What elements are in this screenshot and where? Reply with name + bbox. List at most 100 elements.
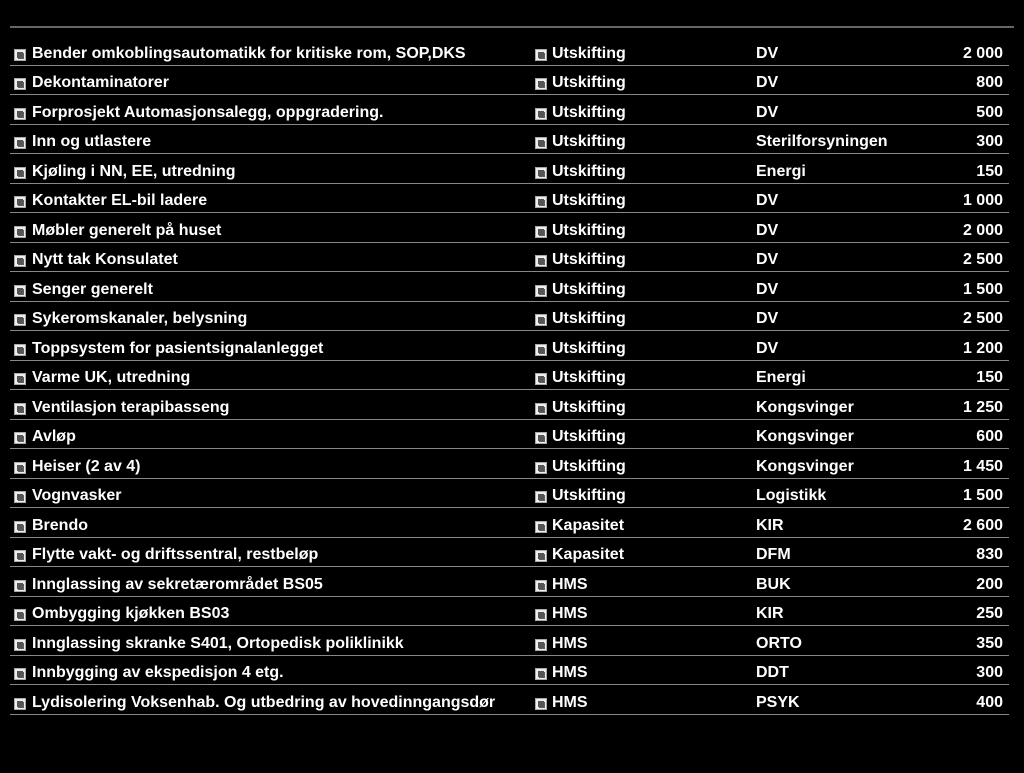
cell-category: Utskifting: [552, 331, 684, 361]
item-bullet-icon: [14, 314, 26, 326]
name-text: Bender omkoblingsautomatikk for kritiske…: [32, 43, 466, 65]
cell-name: Toppsystem for pasientsignalanlegget: [10, 331, 530, 361]
cell-amount: 2 000: [864, 36, 1009, 66]
item-bullet-icon: [535, 108, 547, 120]
amount-text: 1 450: [963, 456, 1003, 478]
cell-name: Kjøling i NN, EE, utredning: [10, 154, 530, 184]
table-row: Brendo Kapasitet KIR 2 600: [10, 508, 1014, 538]
name-text: Lydisolering Voksenhab. Og utbedring av …: [32, 692, 495, 714]
cell-cat-icon: [530, 302, 552, 332]
cell-cat-icon: [530, 449, 552, 479]
cell-dept: ORTO: [684, 626, 864, 656]
item-bullet-icon: [535, 668, 547, 680]
cell-cat-icon: [530, 685, 552, 715]
name-text: Dekontaminatorer: [32, 72, 169, 94]
amount-text: 2 500: [963, 249, 1003, 271]
item-bullet-icon: [535, 137, 547, 149]
cell-amount: 300: [864, 125, 1009, 155]
cell-amount: 200: [864, 567, 1009, 597]
cell-amount: 1 200: [864, 331, 1009, 361]
cell-category: Utskifting: [552, 479, 684, 509]
cell-cat-icon: [530, 538, 552, 568]
item-bullet-icon: [535, 521, 547, 533]
table-header: [10, 18, 1014, 28]
cell-amount: 1 500: [864, 272, 1009, 302]
dept-text: DV: [756, 279, 778, 301]
table-row: DekontaminatorerUtskiftingDV800: [10, 66, 1014, 96]
item-bullet-icon: [14, 462, 26, 474]
item-bullet-icon: [14, 609, 26, 621]
dept-text: Energi: [756, 161, 806, 183]
cell-category: Utskifting: [552, 302, 684, 332]
item-bullet-icon: [14, 550, 26, 562]
cell-category: Kapasitet: [552, 538, 684, 568]
table-row: Nytt tak KonsulatetUtskiftingDV2 500: [10, 243, 1014, 273]
category-text: Utskifting: [552, 338, 626, 360]
amount-text: 1 000: [963, 190, 1003, 212]
item-bullet-icon: [535, 580, 547, 592]
category-text: Kapasitet: [552, 515, 624, 537]
dept-text: DV: [756, 338, 778, 360]
amount-text: 250: [976, 603, 1003, 625]
cell-dept: Sterilforsyningen: [684, 125, 864, 155]
category-text: Utskifting: [552, 220, 626, 242]
category-text: Utskifting: [552, 456, 626, 478]
amount-text: 150: [976, 161, 1003, 183]
name-text: Kjøling i NN, EE, utredning: [32, 161, 236, 183]
name-text: Brendo: [32, 515, 88, 537]
cell-category: HMS: [552, 685, 684, 715]
category-text: Kapasitet: [552, 544, 624, 566]
cell-category: Utskifting: [552, 272, 684, 302]
cell-amount: 500: [864, 95, 1009, 125]
amount-text: 500: [976, 102, 1003, 124]
category-text: HMS: [552, 574, 588, 596]
cell-cat-icon: [530, 420, 552, 450]
cell-cat-icon: [530, 184, 552, 214]
item-bullet-icon: [535, 167, 547, 179]
item-bullet-icon: [535, 403, 547, 415]
category-text: Utskifting: [552, 131, 626, 153]
cell-amount: 800: [864, 66, 1009, 96]
cell-dept: DV: [684, 331, 864, 361]
cell-dept: DV: [684, 243, 864, 273]
amount-text: 600: [976, 426, 1003, 448]
cell-amount: 2 500: [864, 243, 1009, 273]
category-text: Utskifting: [552, 485, 626, 507]
table-row: Kjøling i NN, EE, utredning Utskifting Ene…: [10, 154, 1014, 184]
cell-name: Møbler generelt på huset: [10, 213, 530, 243]
amount-text: 1 500: [963, 279, 1003, 301]
item-bullet-icon: [14, 255, 26, 267]
cell-category: Kapasitet: [552, 508, 684, 538]
cell-category: Utskifting: [552, 154, 684, 184]
dept-text: BUK: [756, 574, 791, 596]
item-bullet-icon: [535, 373, 547, 385]
cell-dept: DFM: [684, 538, 864, 568]
item-bullet-icon: [535, 698, 547, 710]
item-bullet-icon: [535, 78, 547, 90]
name-text: Ombygging kjøkken BS03: [32, 603, 229, 625]
cell-cat-icon: [530, 272, 552, 302]
dept-text: DV: [756, 249, 778, 271]
cell-dept: DV: [684, 272, 864, 302]
table-row: Varme UK, utredningUtskiftingEnergi150: [10, 361, 1014, 391]
category-text: Utskifting: [552, 190, 626, 212]
category-text: Utskifting: [552, 279, 626, 301]
amount-text: 2 600: [963, 515, 1003, 537]
cell-amount: 1 500: [864, 479, 1009, 509]
dept-text: KIR: [756, 515, 784, 537]
cell-cat-icon: [530, 154, 552, 184]
cell-dept: KIR: [684, 508, 864, 538]
name-text: Møbler generelt på huset: [32, 220, 221, 242]
table-row: VognvaskerUtskiftingLogistikk1 500: [10, 479, 1014, 509]
item-bullet-icon: [14, 196, 26, 208]
cell-amount: 2 600: [864, 508, 1009, 538]
cell-name: Flytte vakt- og driftssentral, restbeløp: [10, 538, 530, 568]
cell-name: Ventilasjon terapibasseng: [10, 390, 530, 420]
cell-amount: 2 000: [864, 213, 1009, 243]
table-row: Bender omkoblingsautomatikk for kritiske…: [10, 36, 1014, 66]
table-row: Lydisolering Voksenhab. Og utbedring av …: [10, 685, 1014, 715]
cell-cat-icon: [530, 331, 552, 361]
cell-dept: DV: [684, 302, 864, 332]
dept-text: KIR: [756, 603, 784, 625]
amount-text: 400: [976, 692, 1003, 714]
